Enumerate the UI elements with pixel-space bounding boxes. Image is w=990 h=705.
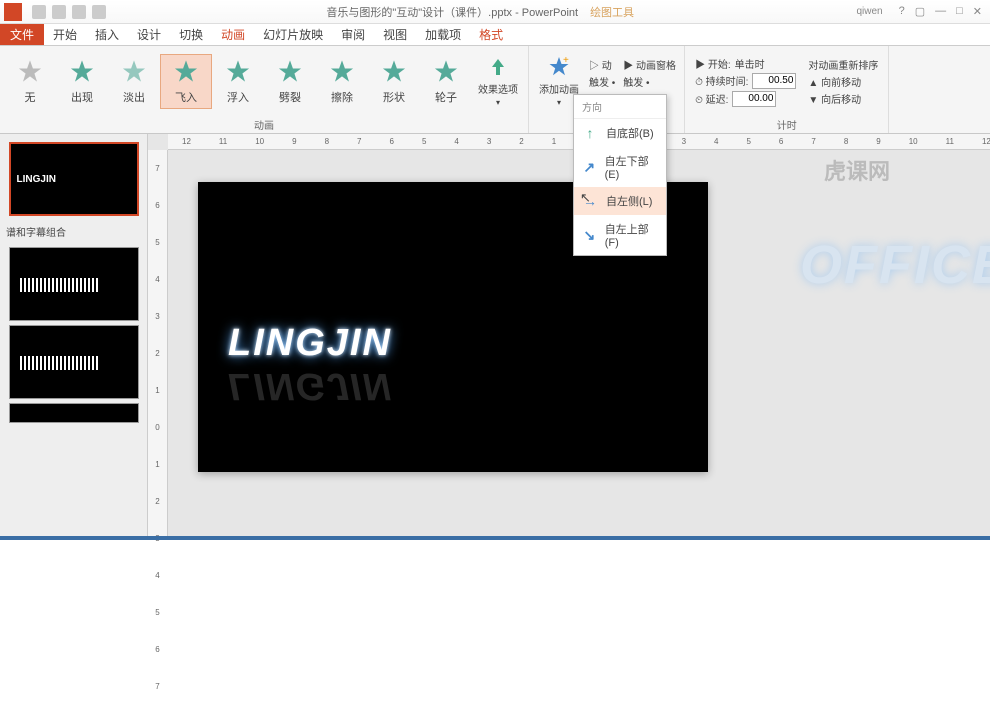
anim-floatin[interactable]: 浮入 [212, 55, 264, 108]
quick-access-toolbar[interactable] [26, 5, 112, 19]
title-bar: 音乐与图形的"互动"设计（课件）.pptx - PowerPoint绘图工具 q… [0, 0, 990, 24]
tab-view[interactable]: 视图 [374, 26, 416, 43]
section-label[interactable]: 谱和字幕组合 [4, 220, 143, 243]
adv-opt-1[interactable]: ▷ 动 [589, 57, 615, 72]
duration-input[interactable] [752, 73, 796, 89]
thumbnail-4[interactable] [9, 403, 139, 423]
app-icon [4, 3, 22, 21]
effect-options-button[interactable]: 效果选项▾ [472, 53, 524, 109]
anim-none[interactable]: 无 [4, 55, 56, 108]
delay-label: ⏲ 延迟: [695, 91, 728, 106]
watermark-brand: 虎课网 [824, 154, 890, 186]
maximize-icon[interactable]: □ [956, 5, 963, 18]
group-label-animation: 动画 [0, 116, 528, 133]
tab-home[interactable]: 开始 [44, 26, 86, 43]
tab-slideshow[interactable]: 幻灯片放映 [254, 26, 332, 43]
watermark-office: OFFICE [800, 234, 990, 296]
qat-undo-icon[interactable] [52, 5, 66, 19]
qat-redo-icon[interactable] [72, 5, 86, 19]
tab-review[interactable]: 审阅 [332, 26, 374, 43]
dropdown-header: 方向 [574, 95, 666, 119]
move-later-button[interactable]: ▼ 向后移动 [808, 91, 878, 106]
slide-canvas-area[interactable]: 1211109876543210123456789101112 76543210… [148, 134, 990, 540]
minimize-icon[interactable]: — [935, 5, 946, 18]
qat-save-icon[interactable] [32, 5, 46, 19]
direction-from-bottom[interactable]: ↑自底部(B) [574, 119, 666, 147]
tab-transitions[interactable]: 切换 [170, 26, 212, 43]
tab-format[interactable]: 格式 [470, 26, 512, 43]
ruler-vertical: 765432101234567 [148, 150, 168, 540]
tab-design[interactable]: 设计 [128, 26, 170, 43]
anim-fade[interactable]: 淡出 [108, 55, 160, 108]
start-value[interactable]: 单击时 [735, 56, 765, 71]
animation-pane-button[interactable]: ▶ 动画窗格 [623, 57, 676, 72]
anim-appear[interactable]: 出现 [56, 55, 108, 108]
ribbon: 无 出现 淡出 飞入 浮入 劈裂 擦除 形状 轮子 效果选项▾ 动画 +添加动画… [0, 46, 990, 134]
direction-from-bottom-left[interactable]: ↗自左下部(E) [574, 147, 666, 187]
animation-gallery[interactable]: 无 出现 淡出 飞入 浮入 劈裂 擦除 形状 轮子 效果选项▾ [0, 46, 528, 116]
anim-wipe[interactable]: 擦除 [316, 55, 368, 108]
tab-insert[interactable]: 插入 [86, 26, 128, 43]
tab-animations[interactable]: 动画 [212, 26, 254, 43]
file-tab[interactable]: 文件 [0, 24, 44, 45]
move-earlier-button[interactable]: ▲ 向前移动 [808, 74, 878, 89]
window-title: 音乐与图形的"互动"设计（课件）.pptx - PowerPoint绘图工具 [112, 4, 848, 20]
status-bar [0, 536, 990, 540]
anim-flyin[interactable]: 飞入 [160, 54, 212, 109]
duration-label: ⏱ 持续时间: [695, 73, 748, 88]
thumbnail-1[interactable]: LINGJIN [9, 142, 139, 216]
tab-addins[interactable]: 加载项 [416, 26, 470, 43]
trigger-button[interactable]: 触发 • [623, 74, 676, 89]
thumbnail-2[interactable] [9, 247, 139, 321]
direction-from-top-left[interactable]: ↘自左上部(F) [574, 215, 666, 255]
adv-opt-2[interactable]: 触发 • [589, 74, 615, 89]
ribbon-tabs: 文件 开始 插入 设计 切换 动画 幻灯片放映 审阅 视图 加载项 格式 [0, 24, 990, 46]
reorder-label: 对动画重新排序 [808, 57, 878, 72]
anim-shape[interactable]: 形状 [368, 55, 420, 108]
qat-start-icon[interactable] [92, 5, 106, 19]
delay-input[interactable] [732, 91, 776, 107]
close-icon[interactable]: ✕ [973, 5, 982, 18]
ribbon-toggle-icon[interactable]: ▢ [915, 5, 925, 18]
thumbnail-3[interactable] [9, 325, 139, 399]
anim-wheel[interactable]: 轮子 [420, 55, 472, 108]
group-label-timing: 计时 [685, 116, 888, 133]
svg-text:+: + [563, 55, 569, 66]
direction-from-left[interactable]: →自左侧(L)↖ [574, 187, 666, 215]
window-controls[interactable]: ? ▢ — □ ✕ [891, 5, 990, 18]
workspace: LINGJIN 谱和字幕组合 1211109876543210123456789… [0, 134, 990, 540]
effect-options-dropdown: 方向 ↑自底部(B) ↗自左下部(E) →自左侧(L)↖ ↘自左上部(F) [573, 94, 667, 256]
user-label: qiwen [848, 6, 890, 17]
start-label: ▶ 开始: [695, 56, 731, 71]
slide-title-reflection: LINGJIN [228, 364, 392, 407]
help-icon[interactable]: ? [899, 5, 905, 18]
slide-thumbnails-panel[interactable]: LINGJIN 谱和字幕组合 [0, 134, 148, 540]
anim-split[interactable]: 劈裂 [264, 55, 316, 108]
slide-title-text[interactable]: LINGJIN [228, 322, 392, 365]
